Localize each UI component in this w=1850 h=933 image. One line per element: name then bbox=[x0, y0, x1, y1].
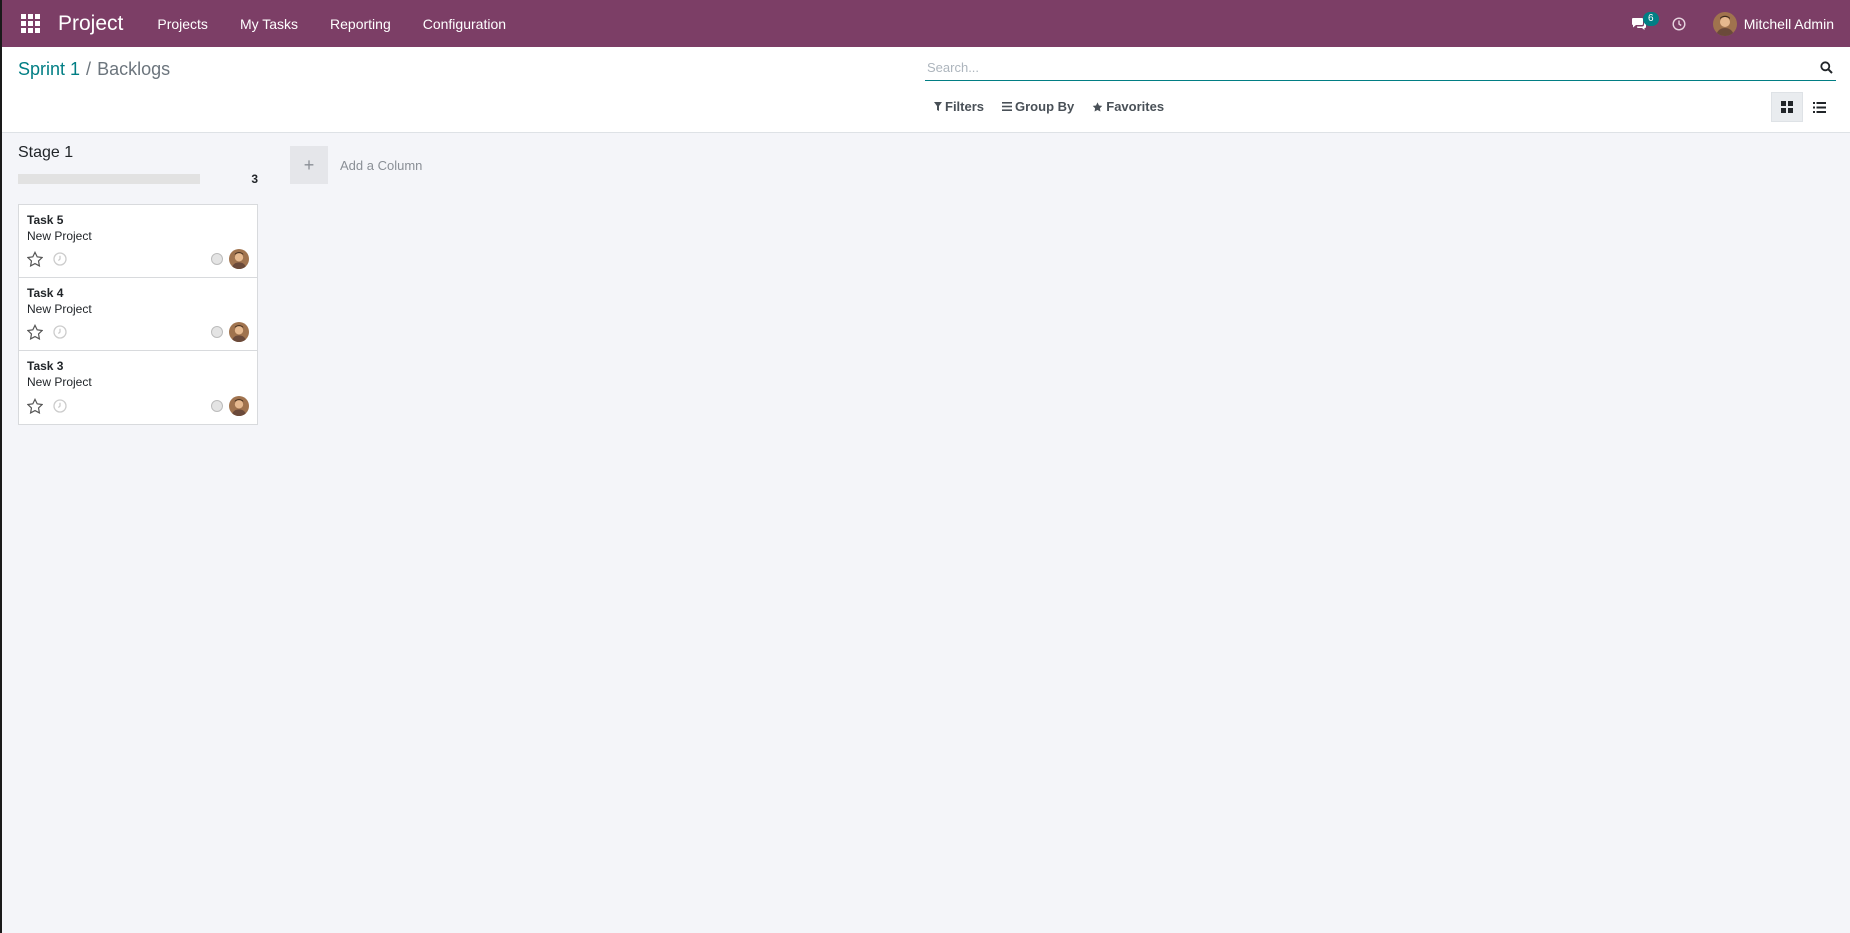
breadcrumb: Sprint 1 / Backlogs bbox=[18, 59, 170, 80]
kanban-column-stage-1: Stage 1 3 Task 5 New Project Task 4 New … bbox=[18, 144, 258, 425]
menu-projects[interactable]: Projects bbox=[141, 0, 224, 47]
star-outline-icon bbox=[27, 324, 43, 340]
card-title: Task 4 bbox=[27, 286, 64, 300]
apps-grid-icon bbox=[20, 14, 40, 33]
star-outline-icon bbox=[27, 398, 43, 414]
priority-star-button[interactable] bbox=[27, 397, 45, 415]
kanban-state-button[interactable] bbox=[211, 400, 223, 412]
star-icon bbox=[1092, 101, 1103, 112]
list-view-button[interactable] bbox=[1803, 92, 1835, 122]
top-navbar: Project Projects My Tasks Reporting Conf… bbox=[0, 0, 1850, 47]
add-column-label: Add a Column bbox=[340, 157, 423, 173]
breadcrumb-sprint-link[interactable]: Sprint 1 bbox=[18, 59, 80, 80]
search-icon bbox=[1819, 61, 1833, 74]
clock-icon bbox=[53, 399, 67, 413]
priority-star-button[interactable] bbox=[27, 250, 45, 268]
filter-icon bbox=[934, 102, 942, 111]
card-title: Task 5 bbox=[27, 213, 64, 227]
kanban-icon bbox=[1781, 101, 1793, 113]
column-progress-bar[interactable] bbox=[18, 174, 200, 184]
activities-button[interactable] bbox=[1659, 0, 1699, 47]
search-button[interactable] bbox=[1816, 56, 1836, 80]
favorites-label: Favorites bbox=[1106, 99, 1165, 114]
assignee-avatar[interactable] bbox=[229, 396, 249, 416]
kanban-state-button[interactable] bbox=[211, 253, 223, 265]
kanban-view-button[interactable] bbox=[1771, 92, 1803, 122]
clock-icon bbox=[53, 252, 67, 266]
user-avatar bbox=[1712, 11, 1737, 36]
assignee-avatar[interactable] bbox=[229, 322, 249, 342]
breadcrumb-current: Backlogs bbox=[97, 59, 171, 79]
breadcrumb-separator: / bbox=[86, 59, 92, 79]
filters-label: Filters bbox=[945, 99, 985, 114]
card-footer bbox=[27, 322, 249, 342]
menu-configuration[interactable]: Configuration bbox=[407, 0, 522, 47]
column-cards: Task 5 New Project Task 4 New Project Ta… bbox=[18, 204, 258, 425]
kanban-card-task-3[interactable]: Task 3 New Project bbox=[19, 351, 257, 424]
plus-icon: + bbox=[290, 146, 328, 184]
star-outline-icon bbox=[27, 251, 43, 267]
card-project: New Project bbox=[27, 302, 92, 316]
group-by-label: Group By bbox=[1015, 99, 1075, 114]
clock-icon bbox=[53, 325, 67, 339]
activity-button[interactable] bbox=[53, 251, 69, 267]
card-project: New Project bbox=[27, 229, 92, 243]
add-column-button[interactable]: + Add a Column bbox=[290, 146, 422, 184]
view-switcher bbox=[1771, 92, 1835, 122]
control-panel: Sprint 1 / Backlogs Filters Group By bbox=[0, 47, 1850, 133]
column-title[interactable]: Stage 1 bbox=[18, 144, 258, 164]
app-brand[interactable]: Project bbox=[58, 12, 123, 36]
user-menu-button[interactable]: Mitchell Admin bbox=[1699, 0, 1850, 47]
search-options: Filters Group By Favorites bbox=[934, 99, 1182, 114]
menu-reporting[interactable]: Reporting bbox=[314, 0, 407, 47]
messages-count-badge: 6 bbox=[1642, 12, 1659, 26]
kanban-card-task-5[interactable]: Task 5 New Project bbox=[19, 205, 257, 278]
priority-star-button[interactable] bbox=[27, 323, 45, 341]
clock-icon bbox=[1672, 16, 1686, 31]
card-project: New Project bbox=[27, 375, 92, 389]
kanban-view: Stage 1 3 Task 5 New Project Task 4 New … bbox=[0, 134, 1850, 933]
activity-button[interactable] bbox=[53, 324, 69, 340]
favorites-button[interactable]: Favorites bbox=[1092, 99, 1164, 114]
group-by-icon bbox=[1002, 102, 1013, 111]
kanban-card-task-4[interactable]: Task 4 New Project bbox=[19, 278, 257, 351]
messaging-button[interactable]: 6 bbox=[1619, 0, 1659, 47]
column-progress: 3 bbox=[18, 170, 258, 188]
menu-my-tasks[interactable]: My Tasks bbox=[224, 0, 314, 47]
assignee-avatar[interactable] bbox=[229, 249, 249, 269]
card-title: Task 3 bbox=[27, 359, 64, 373]
navbar-systray: 6 Mitchell Admin bbox=[1619, 0, 1850, 47]
filters-button[interactable]: Filters bbox=[934, 99, 984, 114]
window-edge bbox=[0, 0, 2, 933]
list-icon bbox=[1812, 101, 1826, 113]
user-name: Mitchell Admin bbox=[1743, 15, 1834, 32]
card-footer bbox=[27, 249, 249, 269]
search-bar bbox=[925, 55, 1836, 81]
card-footer bbox=[27, 396, 249, 416]
activity-button[interactable] bbox=[53, 398, 69, 414]
column-count: 3 bbox=[251, 172, 258, 186]
search-input[interactable] bbox=[925, 55, 1816, 80]
group-by-button[interactable]: Group By bbox=[1002, 99, 1074, 114]
kanban-state-button[interactable] bbox=[211, 326, 223, 338]
apps-menu-button[interactable] bbox=[8, 0, 52, 47]
